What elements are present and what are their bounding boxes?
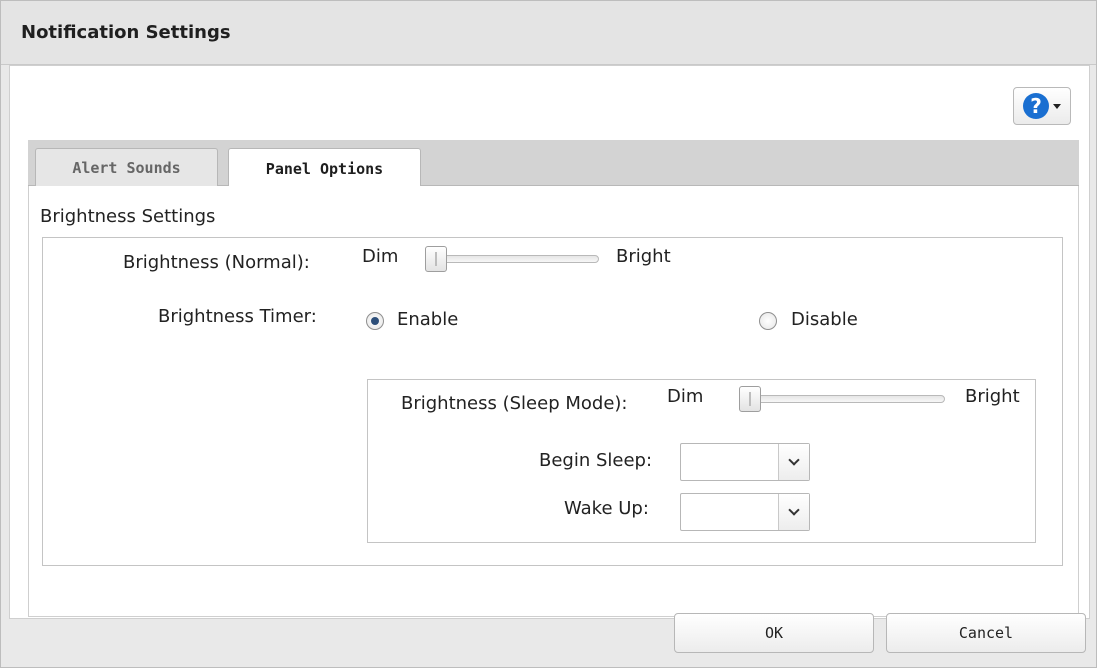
notification-settings-dialog: Notification Settings ? Alert Sounds Pan… [0, 0, 1097, 668]
brightness-normal-label: Brightness (Normal): [123, 252, 310, 273]
wake-up-select[interactable] [680, 493, 810, 531]
begin-sleep-dropdown-button[interactable] [778, 444, 809, 480]
brightness-normal-min-label: Dim [362, 246, 399, 267]
brightness-normal-slider-thumb[interactable] [425, 246, 447, 272]
tab-alert-sounds[interactable]: Alert Sounds [35, 148, 218, 187]
help-button[interactable]: ? [1013, 87, 1071, 125]
begin-sleep-select[interactable] [680, 443, 810, 481]
brightness-sleep-slider-track[interactable] [743, 395, 945, 403]
chevron-down-icon [788, 504, 800, 516]
caret-down-icon [1053, 103, 1061, 109]
brightness-sleep-min-label: Dim [667, 386, 704, 407]
disable-radio-label[interactable]: Disable [791, 309, 858, 330]
enable-radio[interactable] [366, 312, 384, 330]
cancel-button[interactable]: Cancel [886, 613, 1086, 653]
help-icon: ? [1023, 93, 1049, 119]
brightness-timer-label: Brightness Timer: [158, 306, 317, 327]
disable-radio[interactable] [759, 312, 777, 330]
brightness-normal-slider-track[interactable] [429, 255, 599, 263]
tab-strip: Alert Sounds Panel Options [28, 140, 1079, 188]
section-title: Brightness Settings [40, 206, 216, 227]
wake-up-label: Wake Up: [564, 498, 649, 519]
tab-panel-options[interactable]: Panel Options [228, 148, 421, 188]
sleep-mode-group: Brightness (Sleep Mode): Dim Bright Begi… [367, 379, 1036, 543]
brightness-sleep-slider-thumb[interactable] [739, 386, 761, 412]
begin-sleep-label: Begin Sleep: [539, 450, 653, 471]
ok-button[interactable]: OK [674, 613, 874, 653]
brightness-sleep-label: Brightness (Sleep Mode): [401, 393, 628, 414]
wake-up-dropdown-button[interactable] [778, 494, 809, 530]
dialog-title: Notification Settings [21, 22, 231, 43]
brightness-settings-group: Brightness (Normal): Dim Bright Brightne… [42, 237, 1063, 566]
dialog-titlebar: Notification Settings [1, 1, 1096, 65]
panel-options-panel: Brightness Settings Brightness (Normal):… [28, 186, 1079, 617]
brightness-sleep-max-label: Bright [965, 386, 1020, 407]
chevron-down-icon [788, 454, 800, 466]
dialog-content: ? Alert Sounds Panel Options Brightness … [9, 65, 1090, 619]
brightness-normal-max-label: Bright [616, 246, 671, 267]
enable-radio-label[interactable]: Enable [397, 309, 458, 330]
